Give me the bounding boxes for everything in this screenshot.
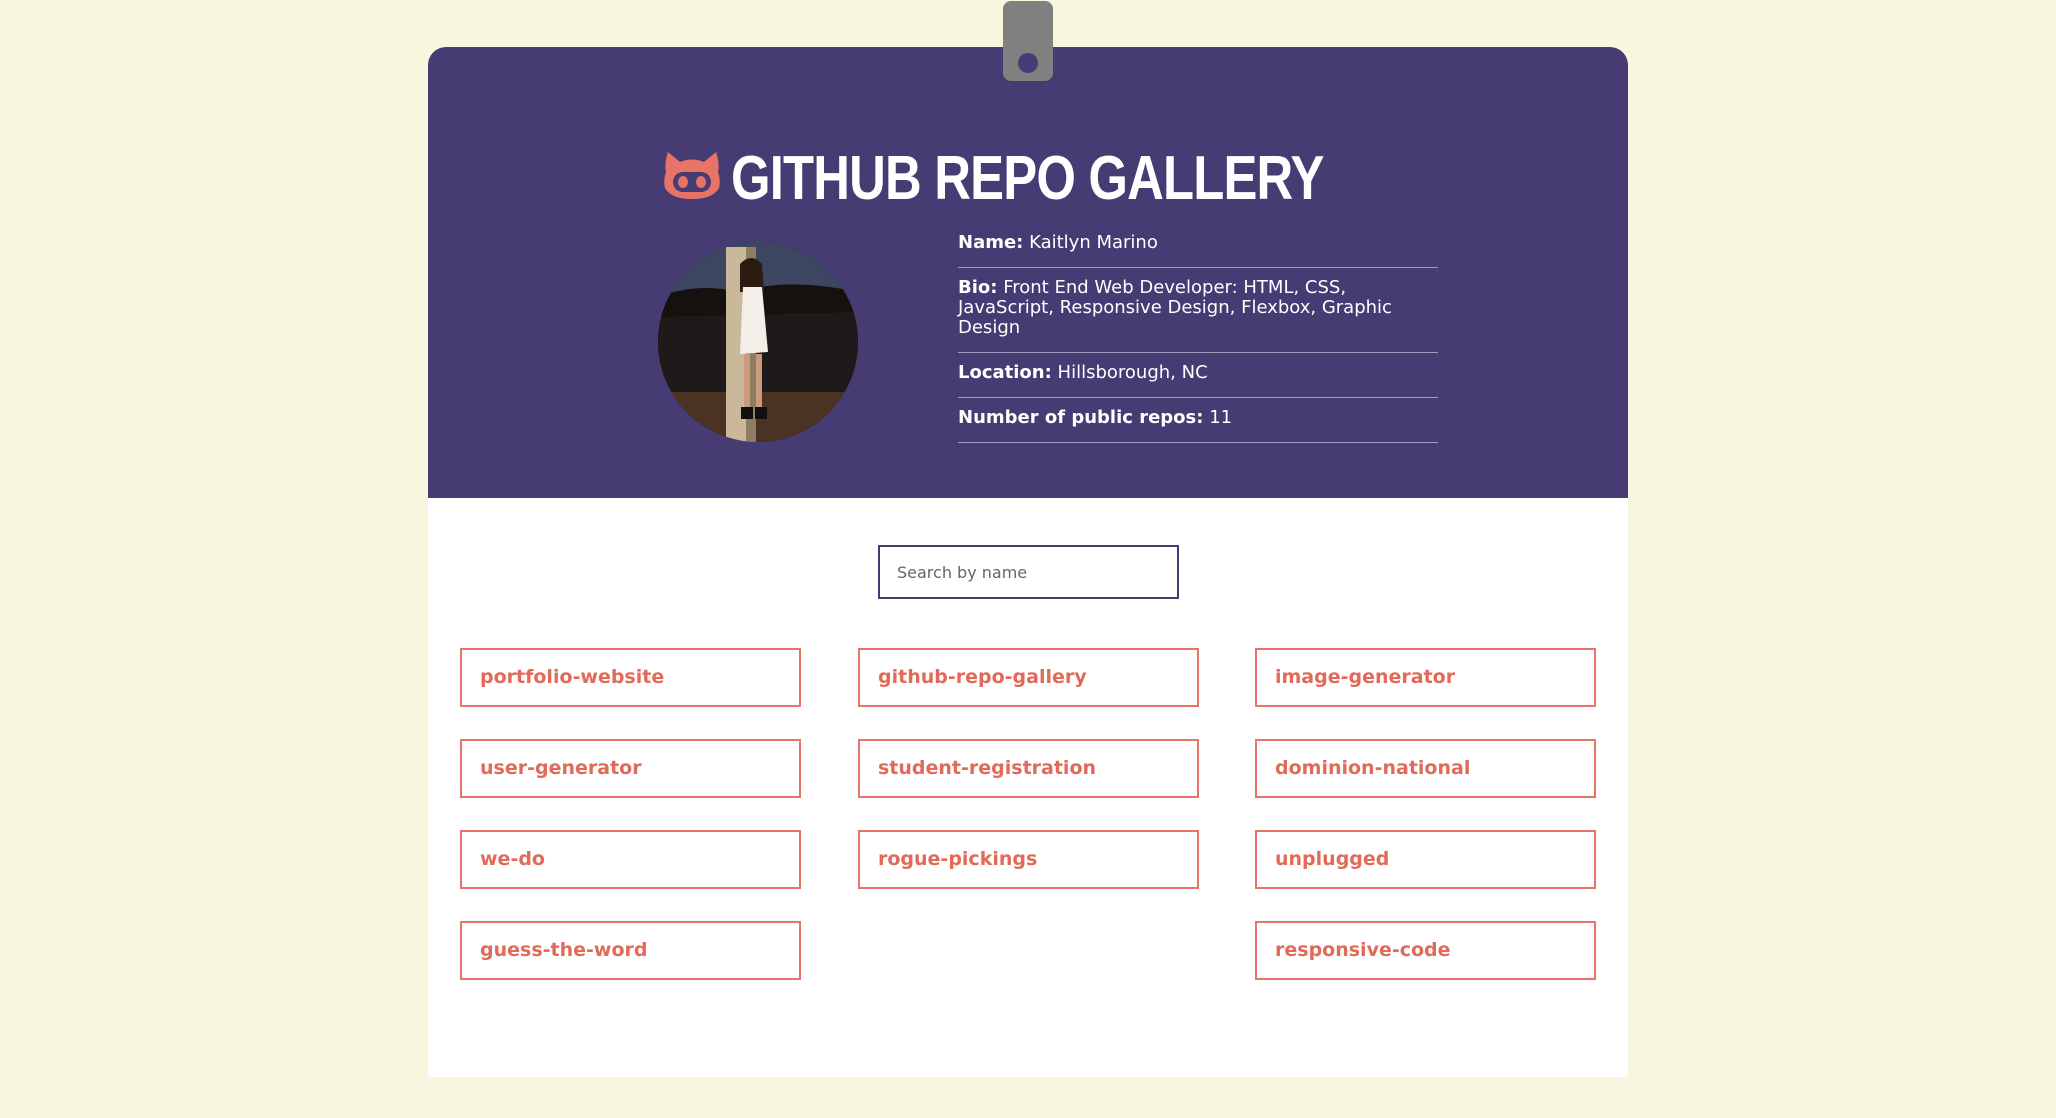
location-value: Hillsborough, NC — [1057, 362, 1208, 383]
profile-name-row: Name: Kaitlyn Marino — [958, 223, 1438, 268]
avatar — [658, 242, 858, 442]
page-title: GITHUB REPO GALLERY — [428, 143, 1628, 214]
repo-item-student-registration[interactable]: student-registration — [858, 739, 1199, 798]
repos-count-value: 11 — [1209, 407, 1233, 428]
repo-item-we-do[interactable]: we-do — [460, 830, 801, 889]
profile-location-row: Location: Hillsborough, NC — [958, 353, 1438, 398]
profile-header: GITHUB REPO GALLERY Name: Kaitlyn Marino… — [428, 47, 1628, 498]
repo-item-image-generator[interactable]: image-generator — [1255, 648, 1596, 707]
name-value: Kaitlyn Marino — [1029, 232, 1158, 253]
repos-count-label: Number of public repos: — [958, 407, 1204, 428]
repo-item-responsive-code[interactable]: responsive-code — [1255, 921, 1596, 980]
clipboard-clip — [1003, 1, 1053, 81]
location-label: Location: — [958, 362, 1052, 383]
search-input[interactable] — [880, 547, 1177, 597]
profile-bio-row: Bio: Front End Web Developer: HTML, CSS,… — [958, 268, 1438, 353]
repo-item-user-generator[interactable]: user-generator — [460, 739, 801, 798]
bio-value: Front End Web Developer: HTML, CSS, Java… — [958, 277, 1392, 338]
profile-info: Name: Kaitlyn Marino Bio: Front End Web … — [958, 223, 1438, 443]
repo-item-github-repo-gallery[interactable]: github-repo-gallery — [858, 648, 1199, 707]
repo-item-unplugged[interactable]: unplugged — [1255, 830, 1596, 889]
repo-item-rogue-pickings[interactable]: rogue-pickings — [858, 830, 1199, 889]
repo-item-guess-the-word[interactable]: guess-the-word — [460, 921, 801, 980]
bio-label: Bio: — [958, 277, 998, 298]
page-title-text: GITHUB REPO GALLERY — [730, 144, 1324, 213]
clip-hole — [1018, 53, 1038, 73]
repo-item-portfolio-website[interactable]: portfolio-website — [460, 648, 801, 707]
repo-item-dominion-national[interactable]: dominion-national — [1255, 739, 1596, 798]
name-label: Name: — [958, 232, 1024, 253]
gallery-card: GITHUB REPO GALLERY Name: Kaitlyn Marino… — [428, 47, 1628, 1077]
profile-repos-count-row: Number of public repos: 11 — [958, 398, 1438, 443]
search-box — [878, 545, 1179, 599]
github-octocat-icon — [663, 150, 721, 200]
